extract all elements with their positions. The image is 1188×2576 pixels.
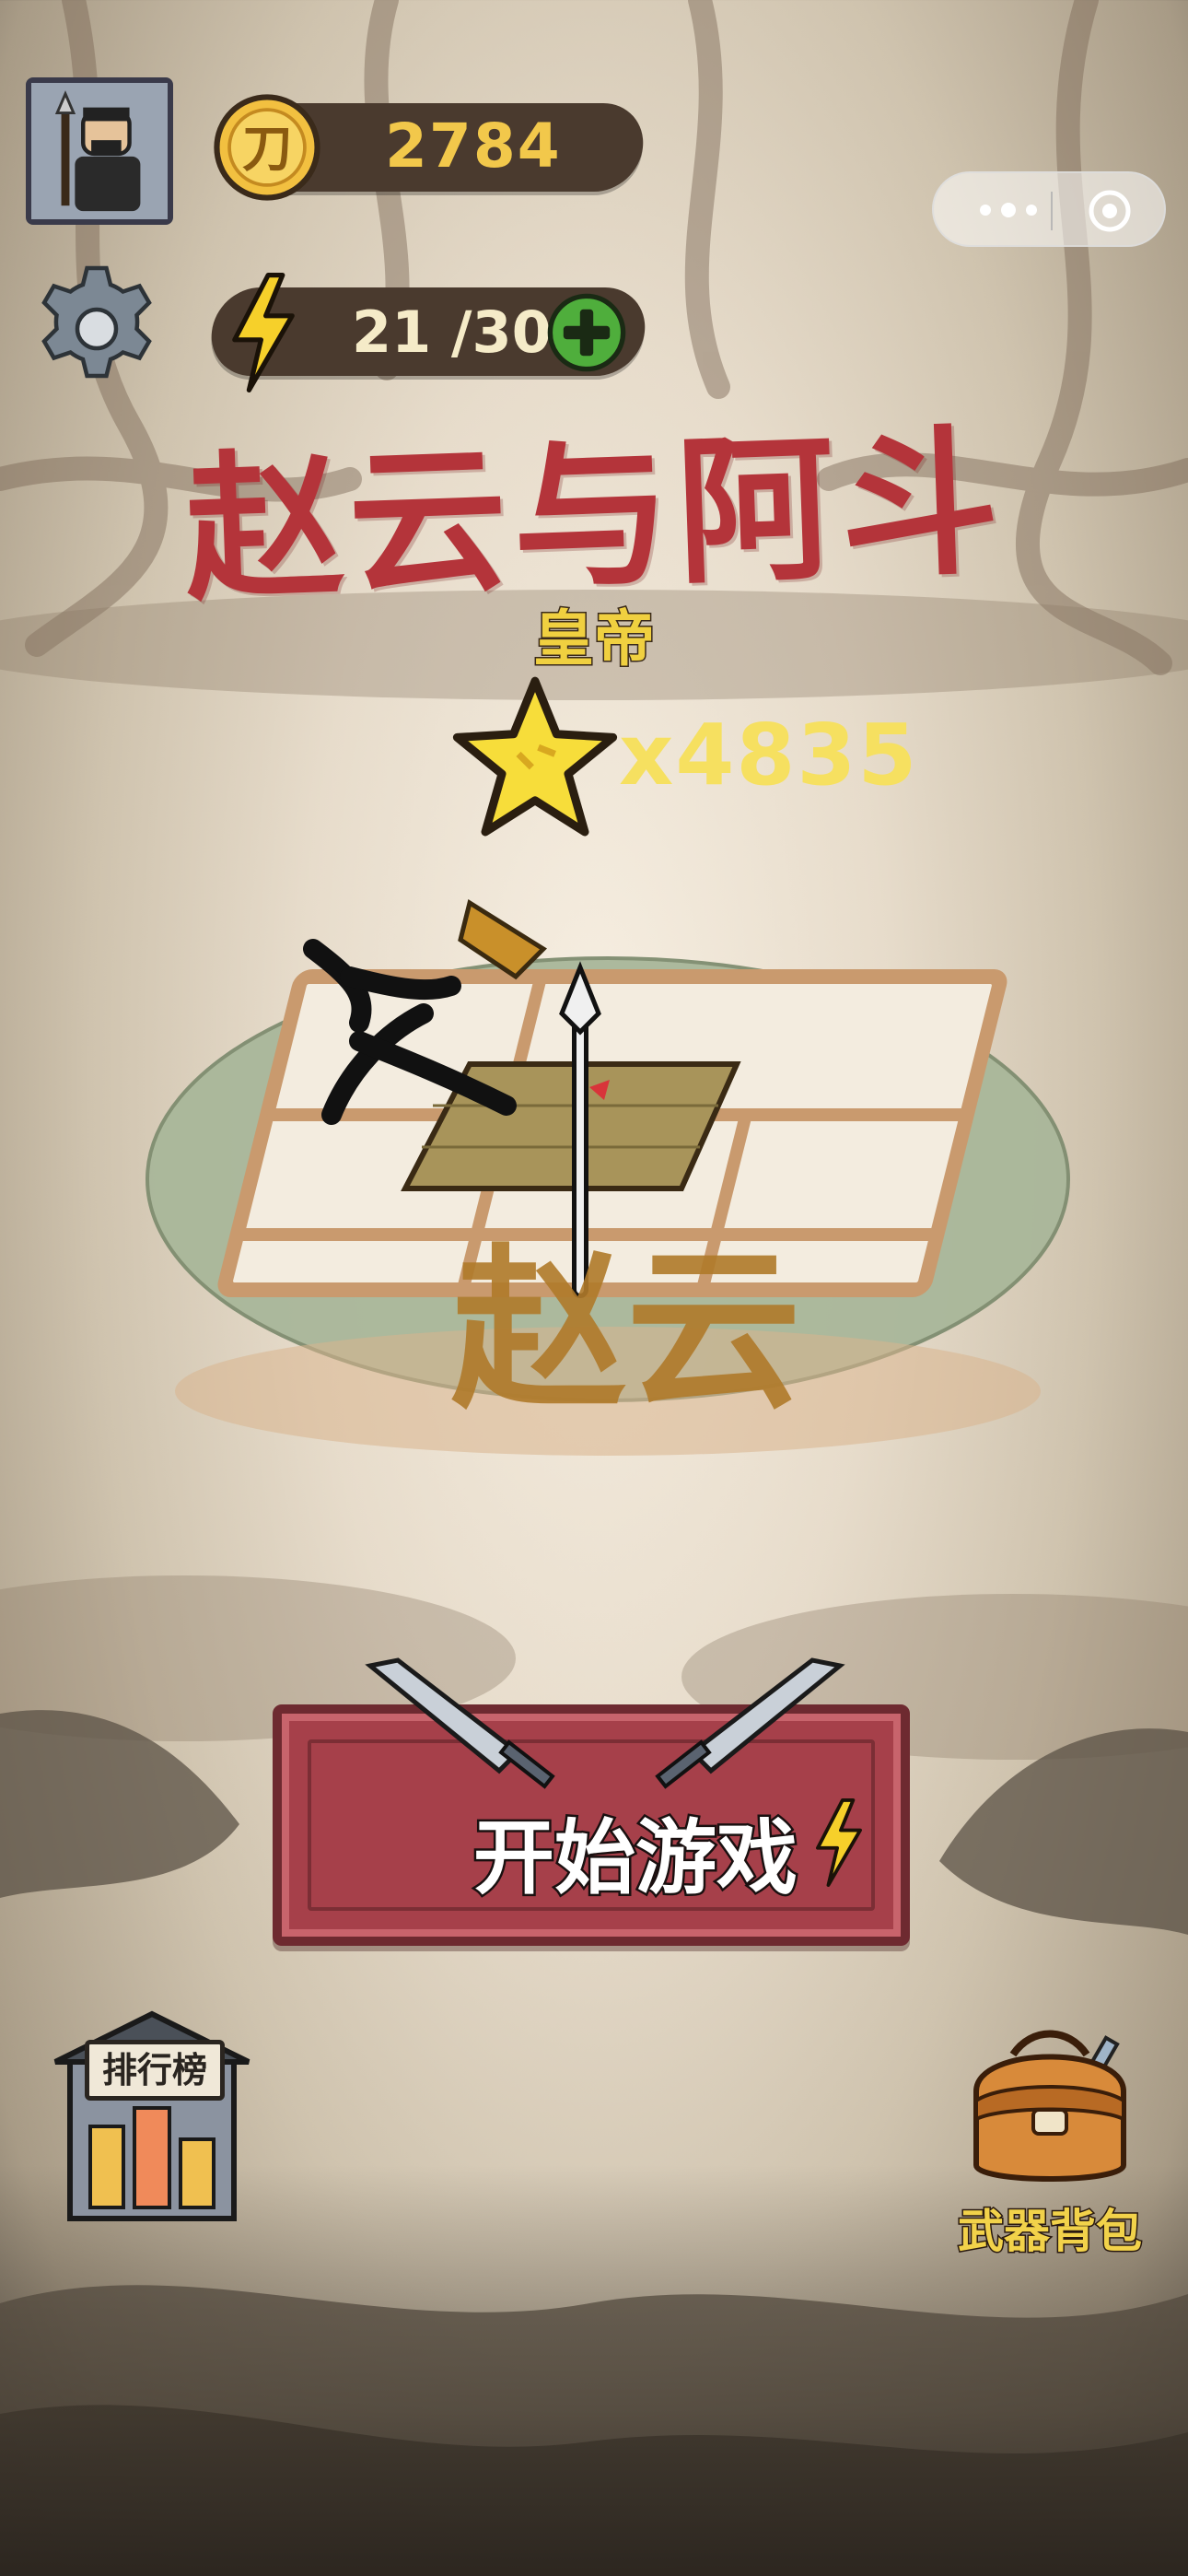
capsule-divider [1051,192,1053,230]
sword-left-icon [365,1657,555,1789]
art-name-text: 赵云 [451,1227,801,1433]
energy-max: /30 [450,299,552,366]
target-circle-icon[interactable] [1087,188,1133,234]
warrior-avatar-icon [31,83,168,219]
mini-program-capsule [932,171,1166,247]
level-artwork: 赵云 [146,899,1070,1456]
coin-amount: 2784 [385,111,562,181]
player-avatar[interactable] [26,77,173,225]
star-icon [452,676,618,837]
energy-amount: 21 /30 [352,299,552,366]
stars-display: x4835 [448,674,926,837]
backpack-icon [973,2030,1126,2182]
weapon-backpack-button[interactable]: 武器背包 [930,2008,1170,2260]
backpack-label: 武器背包 [957,2204,1144,2260]
energy-current: 21 [352,299,432,366]
start-button-label: 开始游戏 [471,1809,799,1908]
leaderboard-label: 排行榜 [85,2040,225,2101]
dao-coin-icon: 刀 [214,94,320,201]
rank-label: 皇帝 [532,603,657,676]
plus-icon[interactable] [545,291,628,374]
energy-counter: 21 /30 [203,273,650,392]
leaderboard-button[interactable]: 排行榜 [46,2007,258,2224]
gear-icon[interactable] [28,260,166,398]
more-dots-icon[interactable] [967,190,1050,230]
stars-count: x4835 [619,706,919,804]
lightning-bolt-icon [232,273,295,392]
svg-text:刀: 刀 [242,119,293,178]
lightning-bolt-icon [816,1798,862,1887]
sword-right-icon [655,1657,845,1789]
coin-counter: 刀 2784 [210,90,648,205]
start-game-button[interactable]: 开始游戏 [269,1657,914,1951]
